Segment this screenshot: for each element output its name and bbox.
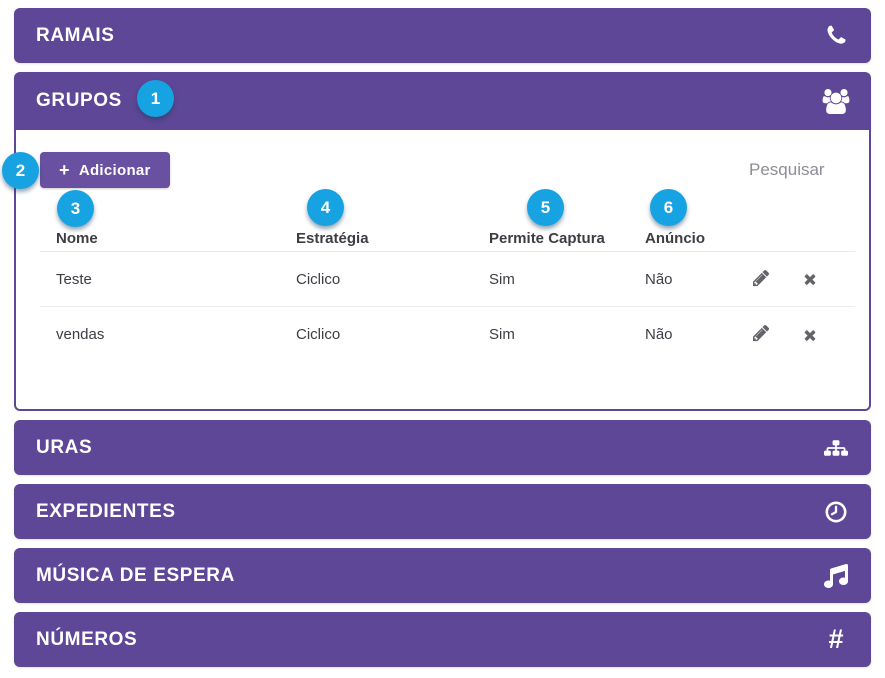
column-header-nome: Nome (56, 230, 296, 247)
plus-icon: + (59, 161, 70, 179)
panel-expedientes-label: EXPEDIENTES (36, 501, 176, 523)
panel-expedientes[interactable]: EXPEDIENTES (14, 484, 871, 539)
panel-ramais-label: RAMAIS (36, 25, 115, 47)
panel-numeros-label: NÚMEROS (36, 629, 137, 651)
panel-ramais[interactable]: RAMAIS (14, 8, 871, 63)
sitemap-icon (821, 436, 851, 460)
step-badge-5: 5 (527, 189, 564, 226)
panel-grupos: GRUPOS + Adicionar Nome Estratégia Permi… (14, 72, 871, 411)
panel-uras[interactable]: URAS (14, 420, 871, 475)
step-badge-6: 6 (650, 189, 687, 226)
cell-nome: Teste (56, 271, 296, 288)
step-badge-1: 1 (137, 80, 174, 117)
column-header-anuncio: Anúncio (645, 230, 751, 247)
delete-button[interactable] (802, 327, 818, 343)
cell-anuncio: Não (645, 326, 751, 343)
edit-button[interactable] (753, 325, 772, 344)
edit-button[interactable] (753, 270, 772, 289)
pabx-config-page: RAMAIS GRUPOS + Adicionar Nome (0, 0, 885, 678)
cell-estrategia: Ciclico (296, 326, 489, 343)
column-header-permite-captura: Permite Captura (489, 230, 645, 247)
grupos-toolbar: + Adicionar (16, 130, 869, 188)
step-badge-4: 4 (307, 189, 344, 226)
users-icon (821, 89, 851, 114)
cell-permite-captura: Sim (489, 326, 645, 343)
cell-anuncio: Não (645, 271, 751, 288)
grupos-content: + Adicionar Nome Estratégia Permite Capt… (14, 130, 871, 411)
panel-uras-label: URAS (36, 437, 92, 459)
phone-icon (821, 24, 851, 47)
groups-table-header: Nome Estratégia Permite Captura Anúncio (40, 225, 855, 252)
cell-nome: vendas (56, 326, 296, 343)
panel-grupos-label: GRUPOS (36, 90, 122, 112)
table-row: Teste Ciclico Sim Não (40, 252, 855, 307)
step-badge-2: 2 (2, 152, 39, 189)
search-input[interactable] (749, 160, 833, 180)
hashtag-icon: # (821, 626, 851, 653)
table-row: vendas Ciclico Sim Não (40, 307, 855, 362)
panel-numeros[interactable]: NÚMEROS # (14, 612, 871, 667)
clock-icon (821, 500, 851, 524)
groups-table: Nome Estratégia Permite Captura Anúncio … (40, 225, 855, 362)
cell-estrategia: Ciclico (296, 271, 489, 288)
panel-musica-label: MÚSICA DE ESPERA (36, 565, 235, 587)
delete-button[interactable] (802, 271, 818, 287)
music-icon (821, 564, 851, 588)
add-group-button[interactable]: + Adicionar (40, 152, 170, 188)
panel-musica-de-espera[interactable]: MÚSICA DE ESPERA (14, 548, 871, 603)
cell-permite-captura: Sim (489, 271, 645, 288)
column-header-estrategia: Estratégia (296, 230, 489, 247)
step-badge-3: 3 (57, 190, 94, 227)
add-group-button-label: Adicionar (79, 162, 151, 179)
